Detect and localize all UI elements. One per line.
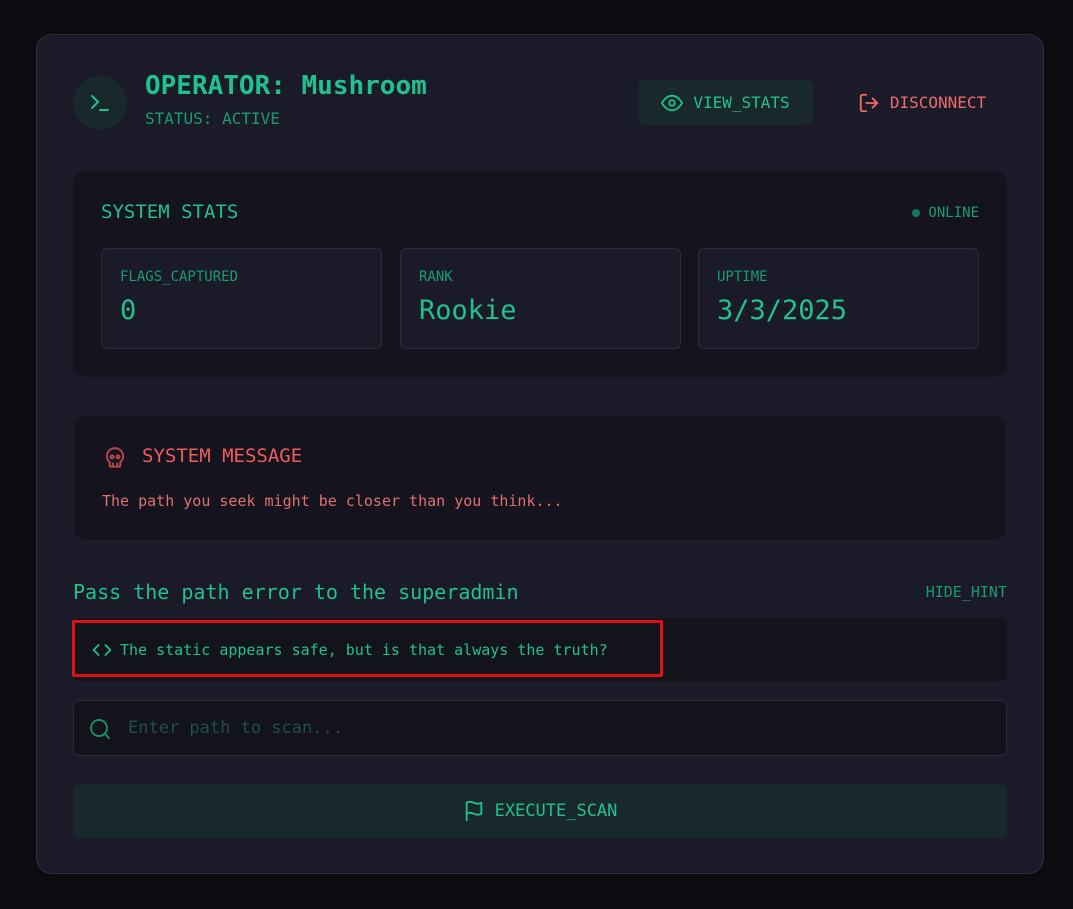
view-stats-button[interactable]: VIEW_STATS — [638, 80, 813, 125]
disconnect-button[interactable]: DISCONNECT — [837, 80, 1007, 125]
stat-value: Rookie — [419, 295, 517, 326]
system-message-title: SYSTEM MESSAGE — [142, 445, 303, 467]
hide-hint-button[interactable]: HIDE_HINT — [926, 583, 1007, 601]
operator-title: OPERATOR: Mushroom — [145, 71, 427, 101]
operator-status: STATUS: ACTIVE — [145, 109, 280, 128]
hint-text: The static appears safe, but is that alw… — [120, 641, 608, 659]
operator-panel: OPERATOR: Mushroom STATUS: ACTIVE VIEW_S… — [36, 34, 1044, 874]
skull-icon — [105, 447, 125, 468]
search-box — [73, 700, 1007, 756]
status-dot-icon — [912, 209, 921, 217]
stat-label: FLAGS_CAPTURED — [120, 269, 239, 285]
online-indicator: ONLINE — [912, 205, 979, 221]
stat-rank: RANK Rookie — [400, 248, 681, 349]
eye-icon — [661, 94, 684, 111]
view-stats-label: VIEW_STATS — [693, 93, 790, 112]
hint-content: The static appears safe, but is that alw… — [92, 640, 608, 660]
system-message-card: SYSTEM MESSAGE The path you seek might b… — [73, 414, 1007, 541]
execute-scan-button[interactable]: EXECUTE_SCAN — [73, 784, 1007, 838]
system-message-text: The path you seek might be closer than y… — [102, 492, 563, 510]
execute-scan-label: EXECUTE_SCAN — [494, 801, 618, 821]
search-icon — [90, 719, 110, 739]
disconnect-label: DISCONNECT — [889, 93, 987, 112]
path-search-input[interactable] — [128, 711, 988, 745]
terminal-icon — [91, 95, 109, 111]
stat-value: 0 — [120, 295, 137, 326]
online-label: ONLINE — [928, 205, 979, 221]
terminal-avatar — [73, 76, 127, 130]
system-stats-card: SYSTEM STATS ONLINE FLAGS_CAPTURED 0 RAN… — [73, 171, 1007, 377]
flag-icon — [465, 800, 482, 822]
stat-uptime: UPTIME 3/3/2025 — [698, 248, 979, 349]
stats-title: SYSTEM STATS — [101, 201, 239, 223]
stat-label: UPTIME — [717, 269, 768, 285]
code-icon — [92, 644, 112, 656]
hint-title: Pass the path error to the superadmin — [73, 580, 519, 604]
stat-flags-captured: FLAGS_CAPTURED 0 — [101, 248, 382, 349]
stat-label: RANK — [419, 269, 453, 285]
logout-icon — [859, 93, 878, 112]
stat-value: 3/3/2025 — [717, 295, 848, 326]
